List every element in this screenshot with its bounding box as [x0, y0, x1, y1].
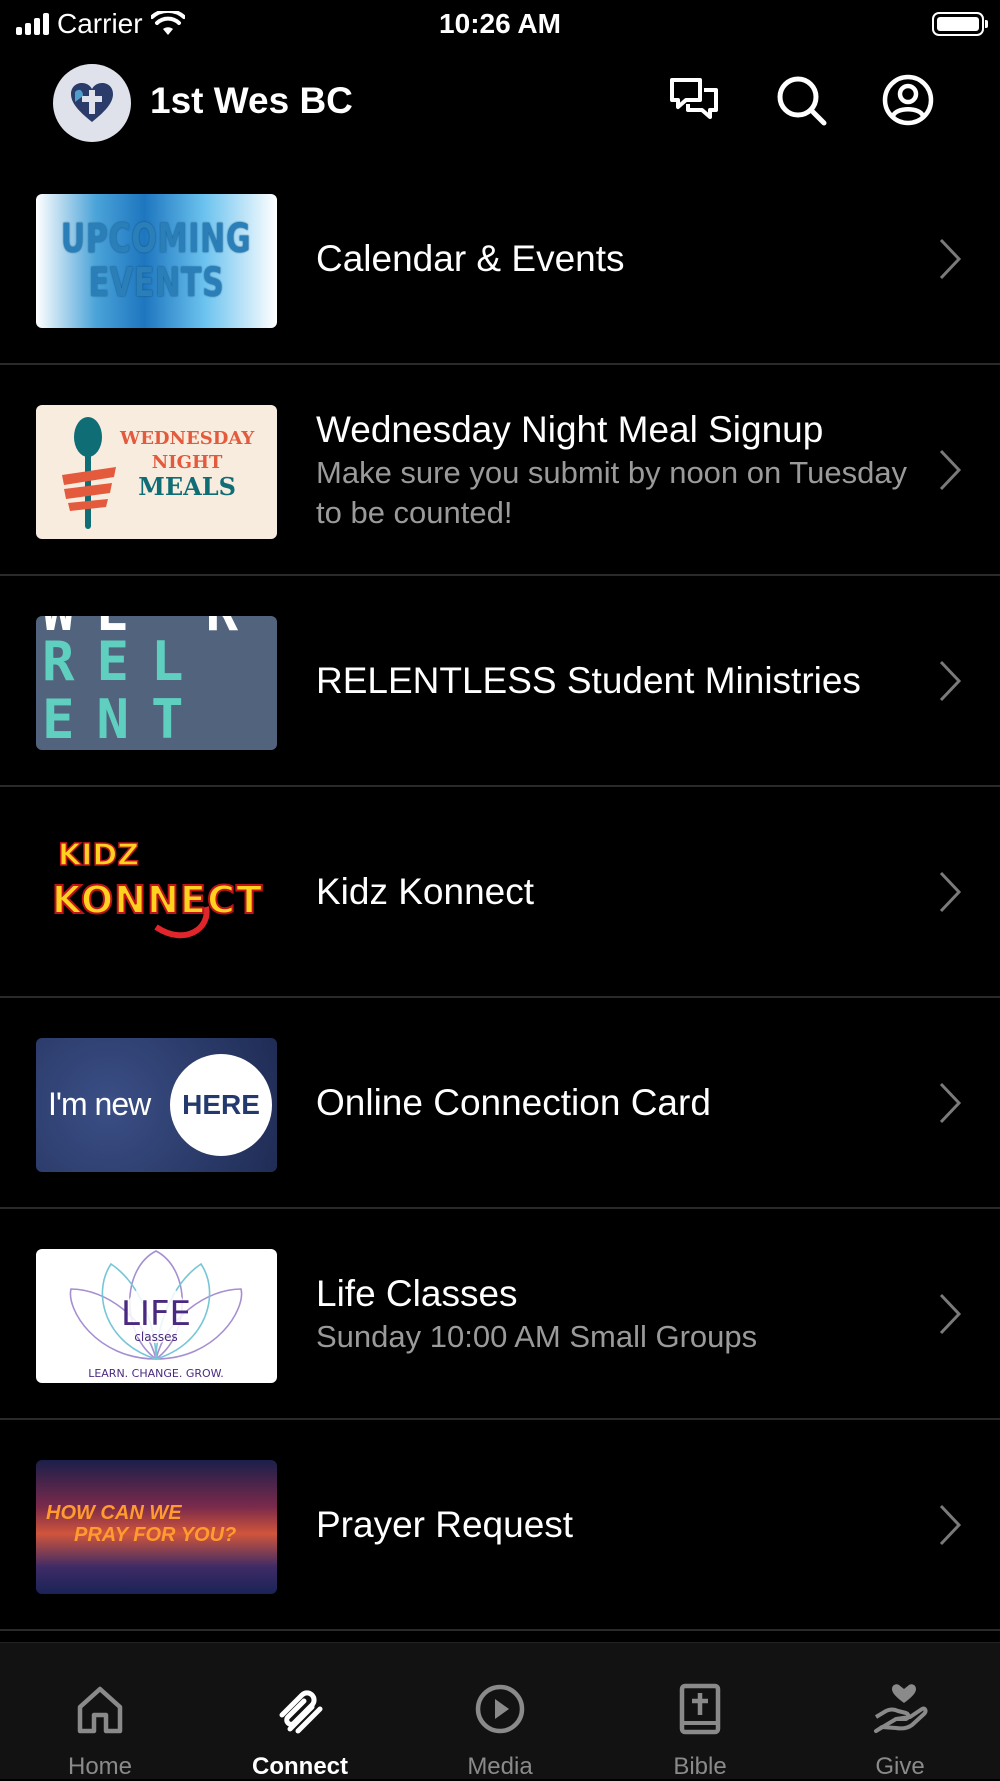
status-time: 10:26 AM [439, 8, 561, 39]
list-item-title: Online Connection Card [316, 1081, 711, 1123]
search-icon[interactable] [773, 72, 829, 128]
im-new-here-thumbnail: I'm new HERE [36, 1038, 277, 1172]
upcoming-events-thumbnail: UPCOMING EVENTS [36, 194, 277, 328]
thumb-text: KIDZ [58, 838, 139, 873]
chevron-right-icon [939, 238, 962, 279]
battery-icon [932, 12, 988, 36]
tab-label: Give [875, 1753, 925, 1780]
app-title: 1st Wes BC [150, 80, 353, 121]
chevron-right-icon [939, 871, 962, 912]
tab-connect[interactable]: Connect [200, 1643, 400, 1780]
heart-cross-icon [71, 83, 113, 122]
thumb-text: LESS [42, 740, 260, 750]
chevron-right-icon [939, 1504, 962, 1545]
kidz-konnect-thumbnail: KIDZ KONNECT [36, 827, 277, 961]
connect-list: UPCOMING EVENTS Calendar & Events WEDNES… [0, 154, 1000, 1631]
life-classes-thumbnail: LIFE classes LEARN. CHANGE. GROW. [36, 1249, 277, 1383]
tab-label: Home [67, 1753, 133, 1780]
list-item-title: RELENTLESS Student Ministries [316, 659, 861, 701]
list-item-calendar-events[interactable]: UPCOMING EVENTS Calendar & Events [0, 154, 1000, 365]
tab-label: Connect [252, 1753, 348, 1780]
list-item-meal-signup[interactable]: WEDNESDAY NIGHT MEALS Wednesday Night Me… [0, 365, 1000, 576]
list-item-kidz-konnect[interactable]: KIDZ KONNECT Kidz Konnect [0, 787, 1000, 998]
thumb-text: classes [134, 1330, 177, 1344]
list-item-title: Kidz Konnect [316, 870, 535, 912]
thumb-text: MEALS [138, 472, 236, 501]
tab-media[interactable]: Media [400, 1643, 600, 1780]
status-bar: Carrier 10:26 AM [0, 0, 1000, 50]
life-classes-logo: LIFE classes LEARN. CHANGE. GROW. [69, 1250, 243, 1380]
play-icon [475, 1684, 525, 1734]
church-logo[interactable] [53, 64, 131, 142]
tab-bar: Home Connect Media Bible Give [0, 1642, 1000, 1780]
thumb-text: REL [42, 630, 206, 693]
chevron-right-icon [939, 449, 962, 490]
list-item-title: Wednesday Night Meal Signup [316, 408, 824, 450]
thumb-text: UPCOMING [61, 216, 252, 262]
list-item-prayer-request[interactable]: HOW CAN WE PRAY FOR YOU? Prayer Request [0, 1420, 1000, 1631]
thumb-text: HERE [170, 1054, 272, 1156]
thumb-text: KONNECT [52, 878, 262, 922]
tab-label: Bible [673, 1753, 727, 1780]
thumb-text: WEDNESDAY [120, 428, 255, 449]
thumb-text: HOW CAN WE [46, 1502, 182, 1524]
chevron-right-icon [939, 1293, 962, 1334]
list-item-life-classes[interactable]: LIFE classes LEARN. CHANGE. GROW. Life C… [0, 1209, 1000, 1420]
profile-icon[interactable] [880, 72, 936, 128]
app-header: 1st Wes BC [0, 62, 1000, 142]
kidz-konnect-logo: KIDZ KONNECT [51, 837, 263, 939]
list-item-subtitle: Sunday 10:00 AM Small Groups [316, 1318, 758, 1354]
list-item-title: Calendar & Events [316, 237, 625, 279]
list-item-subtitle: Make sure you submit by noon on Tuesday … [316, 454, 908, 530]
tab-give[interactable]: Give [800, 1643, 1000, 1780]
list-item-title: Life Classes [316, 1272, 518, 1314]
list-item-title: Prayer Request [316, 1503, 574, 1545]
prayer-thumb-text: HOW CAN WE PRAY FOR YOU? [46, 1502, 236, 1546]
thumb-text: LEARN. CHANGE. GROW. [88, 1367, 224, 1380]
thumb-text: I'm new [48, 1086, 151, 1122]
meals-thumb-text: WEDNESDAY NIGHT MEALS [120, 427, 254, 499]
thumb-text: EVENTS [88, 260, 225, 306]
give-icon [874, 1684, 928, 1733]
tab-label: Media [467, 1753, 533, 1780]
list-item-connection-card[interactable]: I'm new HERE Online Connection Card [0, 998, 1000, 1209]
relentless-thumbnail: WE R REL ENT LESS [36, 616, 277, 750]
tab-home[interactable]: Home [0, 1643, 200, 1780]
home-icon [77, 1686, 123, 1734]
prayer-thumbnail: HOW CAN WE PRAY FOR YOU? [36, 1460, 277, 1594]
bible-icon [679, 1683, 721, 1735]
list-item-relentless[interactable]: WE R REL ENT LESS RELENTLESS Student Min… [0, 576, 1000, 787]
chevron-right-icon [939, 660, 962, 701]
tab-bible[interactable]: Bible [600, 1643, 800, 1780]
chevron-right-icon [939, 1082, 962, 1123]
connect-icon [279, 1690, 323, 1734]
wednesday-meals-thumbnail: WEDNESDAY NIGHT MEALS [36, 405, 277, 539]
thumb-text: LIFE [121, 1294, 191, 1334]
spoon-fork-icon [62, 417, 116, 529]
chat-icon[interactable] [666, 72, 722, 128]
thumb-text: PRAY FOR YOU? [74, 1524, 237, 1546]
